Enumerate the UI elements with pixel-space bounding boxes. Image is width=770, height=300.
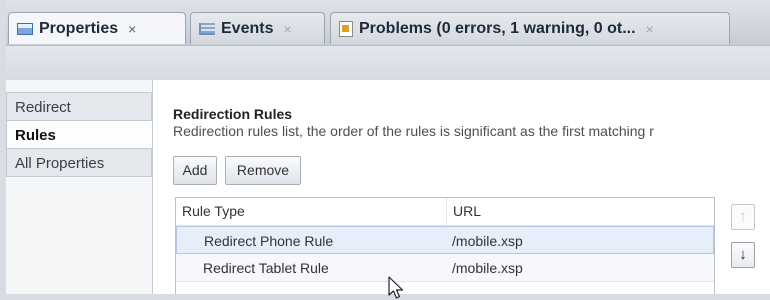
column-header-rule-type[interactable]: Rule Type	[176, 198, 446, 225]
tab-problems[interactable]: Problems (0 errors, 1 warning, 0 ot... ×	[330, 12, 730, 44]
url-cell: /mobile.xsp	[452, 233, 523, 249]
property-categories: Redirect Rules All Properties	[6, 92, 152, 177]
tab-events[interactable]: Events ×	[190, 12, 325, 44]
properties-content: Redirect Rules All Properties Redirectio…	[6, 80, 770, 299]
rules-panel: Redirection Rules Redirection rules list…	[152, 80, 770, 299]
events-icon	[199, 22, 215, 35]
tab-properties[interactable]: Properties ×	[8, 12, 186, 44]
close-icon[interactable]: ×	[128, 21, 136, 37]
url-cell: /mobile.xsp	[452, 260, 523, 276]
rule-type-cell: Redirect Phone Rule	[204, 233, 334, 249]
view-tab-bar: Properties × Events × Problems (0 errors…	[6, 0, 770, 45]
move-down-button[interactable]: ↓	[731, 242, 755, 268]
move-up-button[interactable]: ↑	[731, 204, 755, 230]
section-description: Redirection rules list, the order of the…	[173, 123, 654, 139]
sidebar-item-redirect[interactable]: Redirect	[6, 92, 152, 121]
remove-button[interactable]: Remove	[225, 156, 301, 185]
section-title: Redirection Rules	[173, 106, 293, 122]
close-icon[interactable]: ×	[646, 21, 654, 37]
problems-icon	[339, 20, 353, 37]
tab-label: Problems (0 errors, 1 warning, 0 ot...	[359, 19, 636, 37]
rule-type-cell: Redirect Tablet Rule	[203, 260, 329, 276]
sidebar-item-rules[interactable]: Rules	[6, 120, 152, 149]
close-icon[interactable]: ×	[283, 21, 291, 37]
table-row[interactable]: Redirect Phone Rule /mobile.xsp	[176, 226, 714, 254]
mouse-cursor-icon	[388, 276, 404, 299]
tab-label: Events	[221, 19, 274, 37]
table-header: Rule Type URL	[176, 198, 714, 226]
sidebar-item-all-properties[interactable]: All Properties	[6, 148, 152, 177]
rules-table: Rule Type URL Redirect Phone Rule /mobil…	[175, 197, 715, 294]
column-header-url[interactable]: URL	[446, 198, 714, 225]
tab-label: Properties	[39, 19, 119, 37]
add-button[interactable]: Add	[173, 156, 217, 185]
properties-view: Properties × Events × Problems (0 errors…	[6, 0, 770, 299]
table-row[interactable]: Redirect Tablet Rule /mobile.xsp	[176, 254, 714, 282]
properties-icon	[17, 22, 33, 35]
view-toolbar	[6, 45, 770, 81]
